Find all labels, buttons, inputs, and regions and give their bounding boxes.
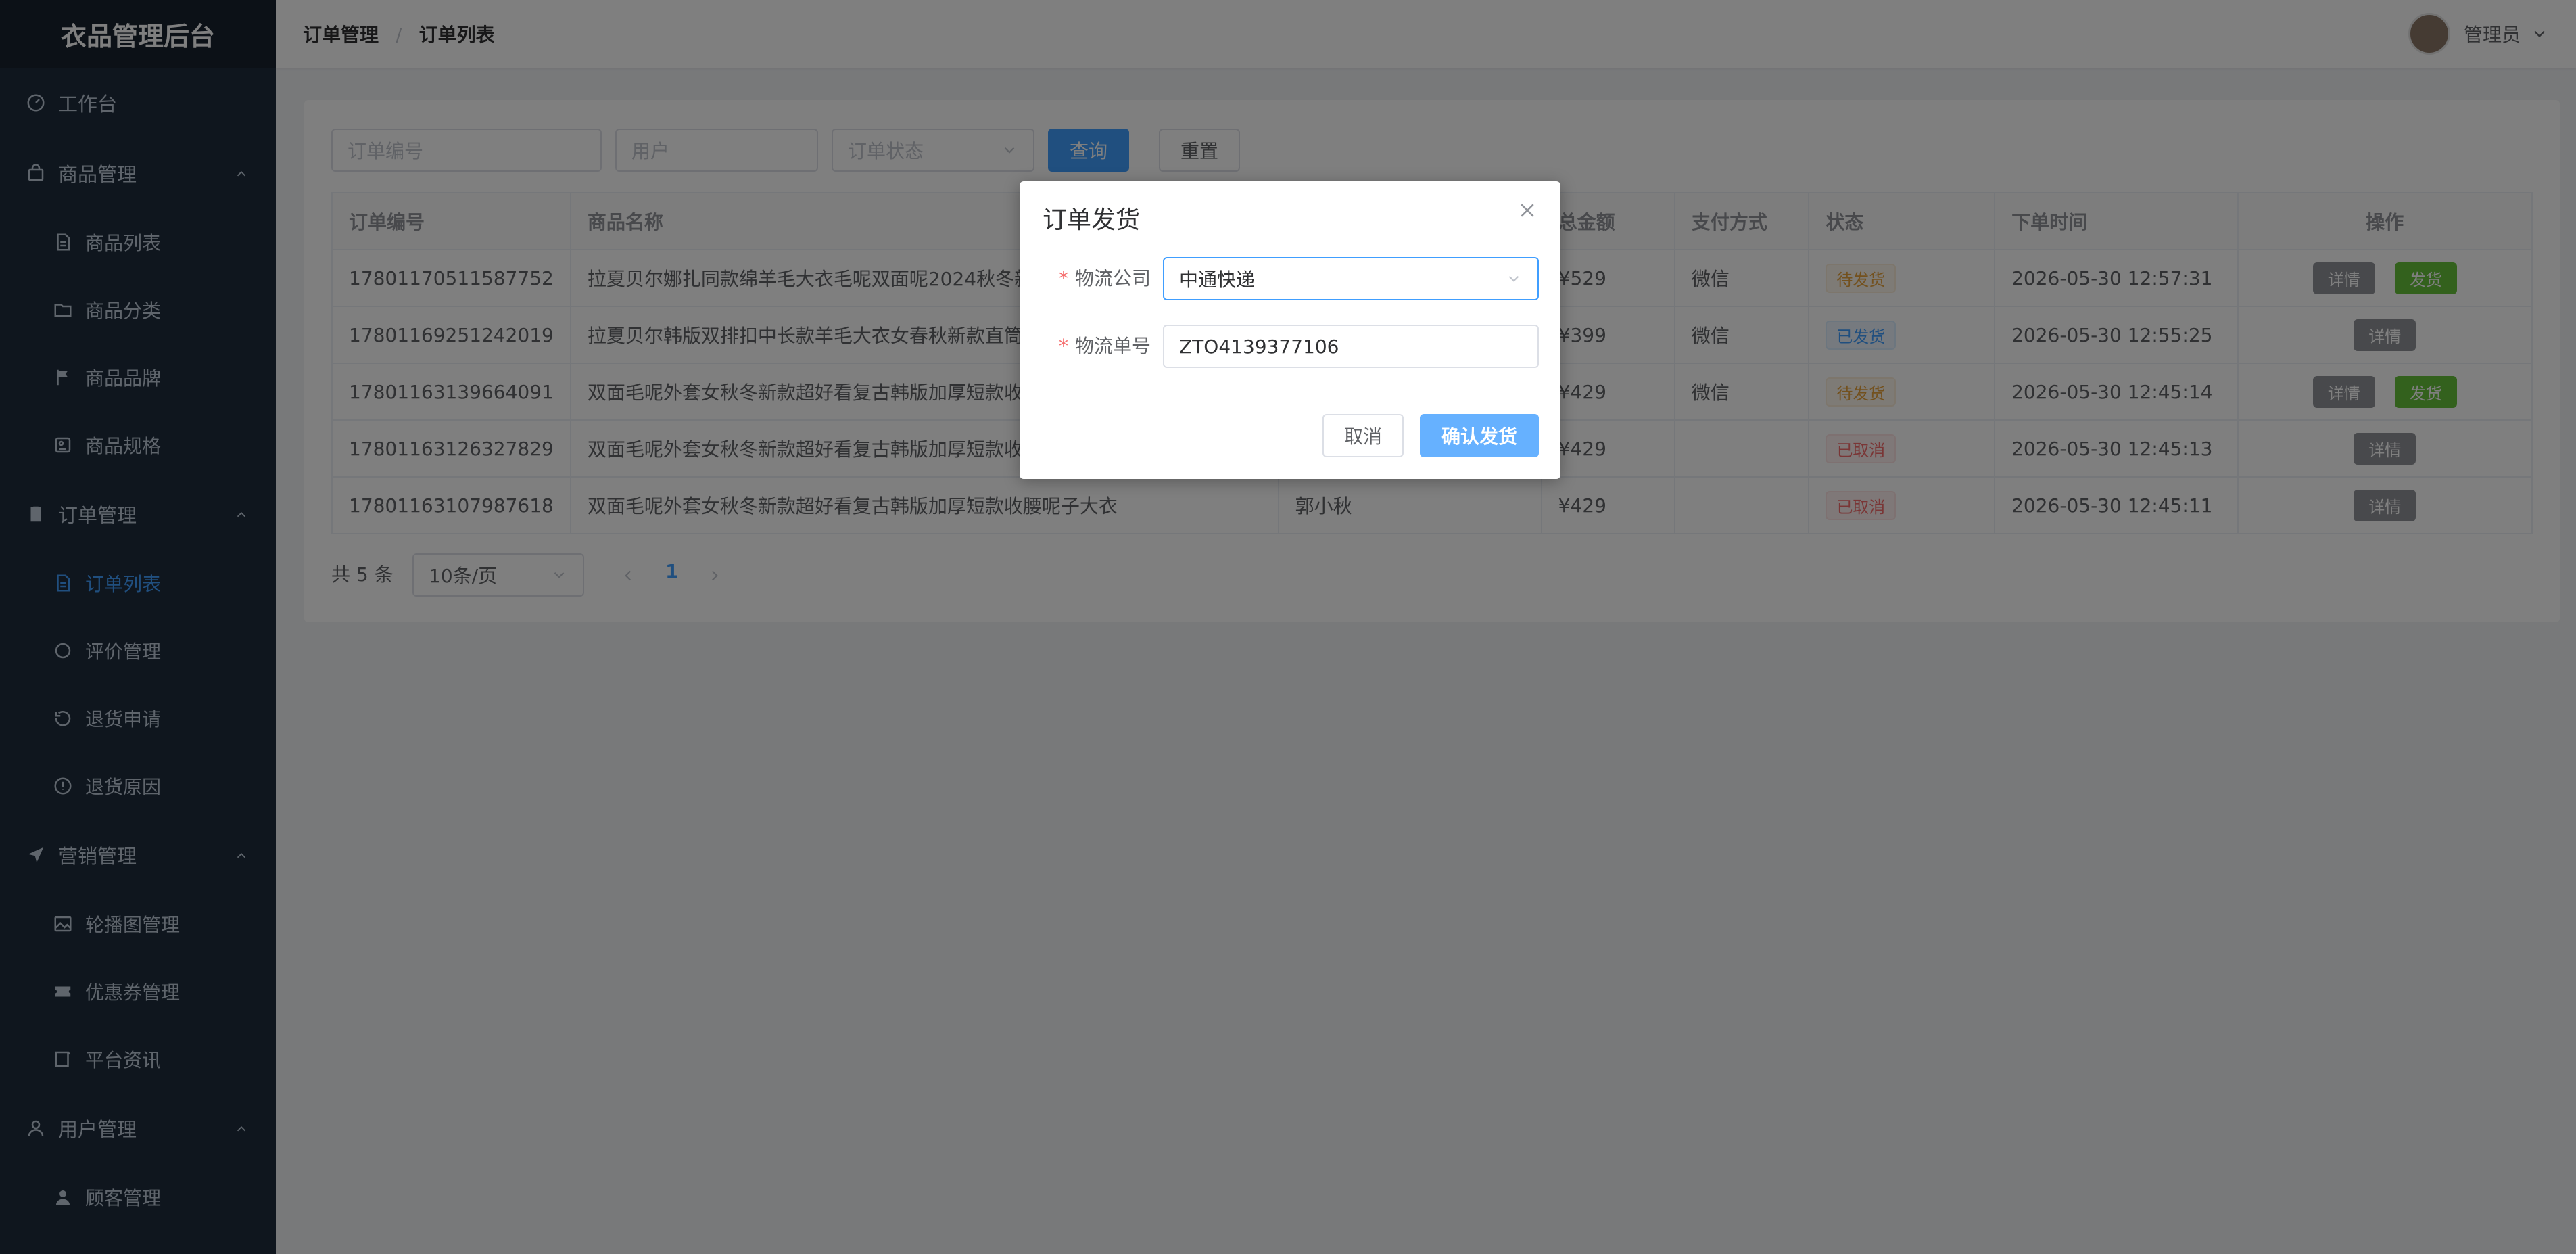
cancel-button[interactable]: 取消 <box>1322 414 1404 457</box>
company-label: * 物流公司 <box>1059 264 1151 291</box>
logistics-company-value: 中通快递 <box>1179 269 1256 291</box>
chevron-down-icon <box>1508 275 1519 282</box>
required-mark: * <box>1059 335 1068 357</box>
tracking-number-input[interactable]: ZTO4139377106 <box>1163 325 1539 368</box>
tracking-label-text: 物流单号 <box>1075 335 1151 357</box>
company-label-text: 物流公司 <box>1075 267 1151 289</box>
required-mark: * <box>1059 267 1068 289</box>
ship-order-dialog: 订单发货 * 物流公司 中通快递 * 物流单号 ZTO4139377106 取消 确… <box>1020 181 1560 479</box>
confirm-ship-button[interactable]: 确认发货 <box>1420 414 1539 457</box>
close-icon[interactable] <box>1517 200 1537 220</box>
logistics-company-select[interactable]: 中通快递 <box>1163 257 1539 300</box>
tracking-label: * 物流单号 <box>1059 331 1151 358</box>
dialog-title: 订单发货 <box>1043 206 1141 234</box>
